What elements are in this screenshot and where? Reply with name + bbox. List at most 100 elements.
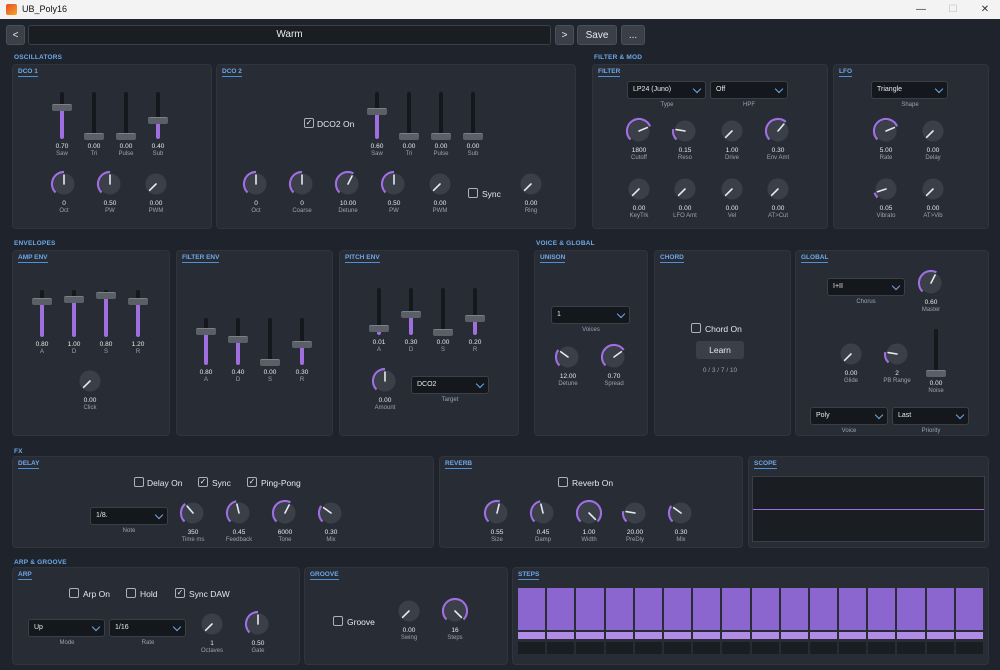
dco2-pulse-slider-track[interactable] bbox=[439, 92, 443, 139]
step-5[interactable] bbox=[634, 588, 662, 630]
delay-tone-knob[interactable] bbox=[271, 499, 299, 527]
step-12-velocity[interactable] bbox=[839, 632, 867, 639]
arp-sync-daw-checkbox[interactable]: ✓ bbox=[175, 588, 185, 598]
amp-env-s-slider-handle[interactable] bbox=[96, 292, 116, 300]
prev-preset-button[interactable]: < bbox=[6, 25, 25, 45]
reverb-on-checkbox[interactable] bbox=[558, 477, 568, 487]
hpf-dropdown[interactable]: Off bbox=[710, 81, 788, 99]
step-10[interactable] bbox=[780, 588, 808, 630]
dco1-tri-slider-track[interactable] bbox=[92, 92, 96, 139]
dco2-pulse-slider-handle[interactable] bbox=[431, 133, 451, 140]
amp-env-r-slider-handle[interactable] bbox=[128, 298, 148, 306]
step-4-velocity[interactable] bbox=[605, 632, 633, 639]
lfo-vibrato-knob[interactable] bbox=[872, 175, 900, 203]
filter-env-r-slider-handle[interactable] bbox=[292, 340, 312, 348]
step-4-gate[interactable] bbox=[605, 642, 633, 654]
dco1-tri-slider-handle[interactable] bbox=[84, 133, 104, 140]
step-3[interactable] bbox=[576, 588, 604, 630]
minimize-button[interactable]: — bbox=[911, 2, 931, 17]
dco1-saw-slider-handle[interactable] bbox=[52, 104, 72, 112]
filter-cutoff-knob[interactable] bbox=[625, 117, 653, 145]
pitch-env-s-slider-handle[interactable] bbox=[433, 329, 453, 336]
step-10-gate[interactable] bbox=[780, 642, 808, 654]
dco1-pw-knob[interactable] bbox=[96, 170, 124, 198]
dco1-pwm-knob[interactable] bbox=[142, 170, 170, 198]
filter-vel-knob[interactable] bbox=[718, 175, 746, 203]
pitch-env-s-slider-track[interactable] bbox=[441, 288, 445, 335]
ping-pong-checkbox[interactable]: ✓ bbox=[247, 477, 257, 487]
pitch-env-d-slider-handle[interactable] bbox=[401, 310, 421, 318]
step-3-velocity[interactable] bbox=[576, 632, 604, 639]
dco2-pwm-knob[interactable] bbox=[426, 170, 454, 198]
chord-on-checkbox[interactable] bbox=[691, 323, 701, 333]
dco1-pulse-slider-handle[interactable] bbox=[116, 133, 136, 140]
step-16[interactable] bbox=[955, 588, 983, 630]
step-5-velocity[interactable] bbox=[634, 632, 662, 639]
groove-steps-knob[interactable] bbox=[441, 597, 469, 625]
step-8-velocity[interactable] bbox=[722, 632, 750, 639]
global-noise-slider-track[interactable] bbox=[934, 329, 938, 376]
groove-on-checkbox[interactable] bbox=[333, 616, 343, 626]
filter-drive-knob[interactable] bbox=[718, 117, 746, 145]
lfo-shape-dropdown[interactable]: Triangle bbox=[871, 81, 948, 99]
arp-gate-knob[interactable] bbox=[244, 610, 272, 638]
step-9[interactable] bbox=[751, 588, 779, 630]
step-1[interactable] bbox=[518, 588, 546, 630]
step-4[interactable] bbox=[605, 588, 633, 630]
step-9-gate[interactable] bbox=[751, 642, 779, 654]
pitch-env-amount-knob[interactable] bbox=[371, 367, 399, 395]
close-button[interactable]: ✕ bbox=[975, 2, 995, 17]
step-8[interactable] bbox=[722, 588, 750, 630]
step-14-gate[interactable] bbox=[897, 642, 925, 654]
priority-dropdown[interactable]: Last bbox=[892, 407, 969, 425]
step-13-velocity[interactable] bbox=[868, 632, 896, 639]
step-6[interactable] bbox=[663, 588, 692, 630]
step-12[interactable] bbox=[839, 588, 867, 630]
delay-feedback-knob[interactable] bbox=[225, 499, 253, 527]
step-8-gate[interactable] bbox=[722, 642, 750, 654]
step-11-gate[interactable] bbox=[809, 642, 838, 654]
dco2-on-checkbox[interactable]: ✓ bbox=[304, 118, 314, 128]
lfo-at-vib-knob[interactable] bbox=[919, 175, 947, 203]
dco2-coarse-knob[interactable] bbox=[288, 170, 316, 198]
filter-env-d-slider-handle[interactable] bbox=[228, 336, 248, 344]
pitch-env-r-slider-handle[interactable] bbox=[465, 314, 485, 322]
arp-octaves-knob[interactable] bbox=[198, 610, 226, 638]
lfo-rate-knob[interactable] bbox=[872, 117, 900, 145]
step-12-gate[interactable] bbox=[839, 642, 867, 654]
voice-mode-dropdown[interactable]: Poly bbox=[810, 407, 888, 425]
delay-note-dropdown[interactable]: 1/8. bbox=[90, 507, 168, 525]
reverb-width-knob[interactable] bbox=[575, 499, 603, 527]
delay-mix-knob[interactable] bbox=[317, 499, 345, 527]
reverb-damp-knob[interactable] bbox=[529, 499, 557, 527]
reverb-size-knob[interactable] bbox=[483, 499, 511, 527]
next-preset-button[interactable]: > bbox=[555, 25, 574, 45]
filter-keytrk-knob[interactable] bbox=[625, 175, 653, 203]
pitch-env-a-slider-handle[interactable] bbox=[369, 324, 389, 332]
save-button[interactable]: Save bbox=[577, 25, 617, 45]
arp-mode-dropdown[interactable]: Up bbox=[28, 619, 105, 637]
step-5-gate[interactable] bbox=[634, 642, 662, 654]
step-11[interactable] bbox=[809, 588, 838, 630]
step-11-velocity[interactable] bbox=[809, 632, 838, 639]
step-6-velocity[interactable] bbox=[663, 632, 692, 639]
maximize-button[interactable]: ☐ bbox=[943, 2, 963, 17]
amp-env-d-slider-handle[interactable] bbox=[64, 296, 84, 304]
delay-sync-checkbox[interactable]: ✓ bbox=[198, 477, 208, 487]
step-14-velocity[interactable] bbox=[897, 632, 925, 639]
preset-menu-button[interactable]: ... bbox=[621, 25, 645, 45]
global-pb-range-knob[interactable] bbox=[883, 340, 911, 368]
dco2-tri-slider-handle[interactable] bbox=[399, 133, 419, 140]
step-7-gate[interactable] bbox=[693, 642, 721, 654]
dco2-oct-knob[interactable] bbox=[242, 170, 270, 198]
dco1-sub-slider-handle[interactable] bbox=[148, 116, 168, 124]
dco1-pulse-slider-track[interactable] bbox=[124, 92, 128, 139]
step-13[interactable] bbox=[868, 588, 896, 630]
filter-reso-knob[interactable] bbox=[671, 117, 699, 145]
dco2-sync-checkbox[interactable] bbox=[468, 188, 478, 198]
dco2-detune-knob[interactable] bbox=[334, 170, 362, 198]
filter-env-s-slider-handle[interactable] bbox=[260, 359, 280, 366]
step-3-gate[interactable] bbox=[576, 642, 604, 654]
step-6-gate[interactable] bbox=[663, 642, 692, 654]
step-7[interactable] bbox=[693, 588, 721, 630]
